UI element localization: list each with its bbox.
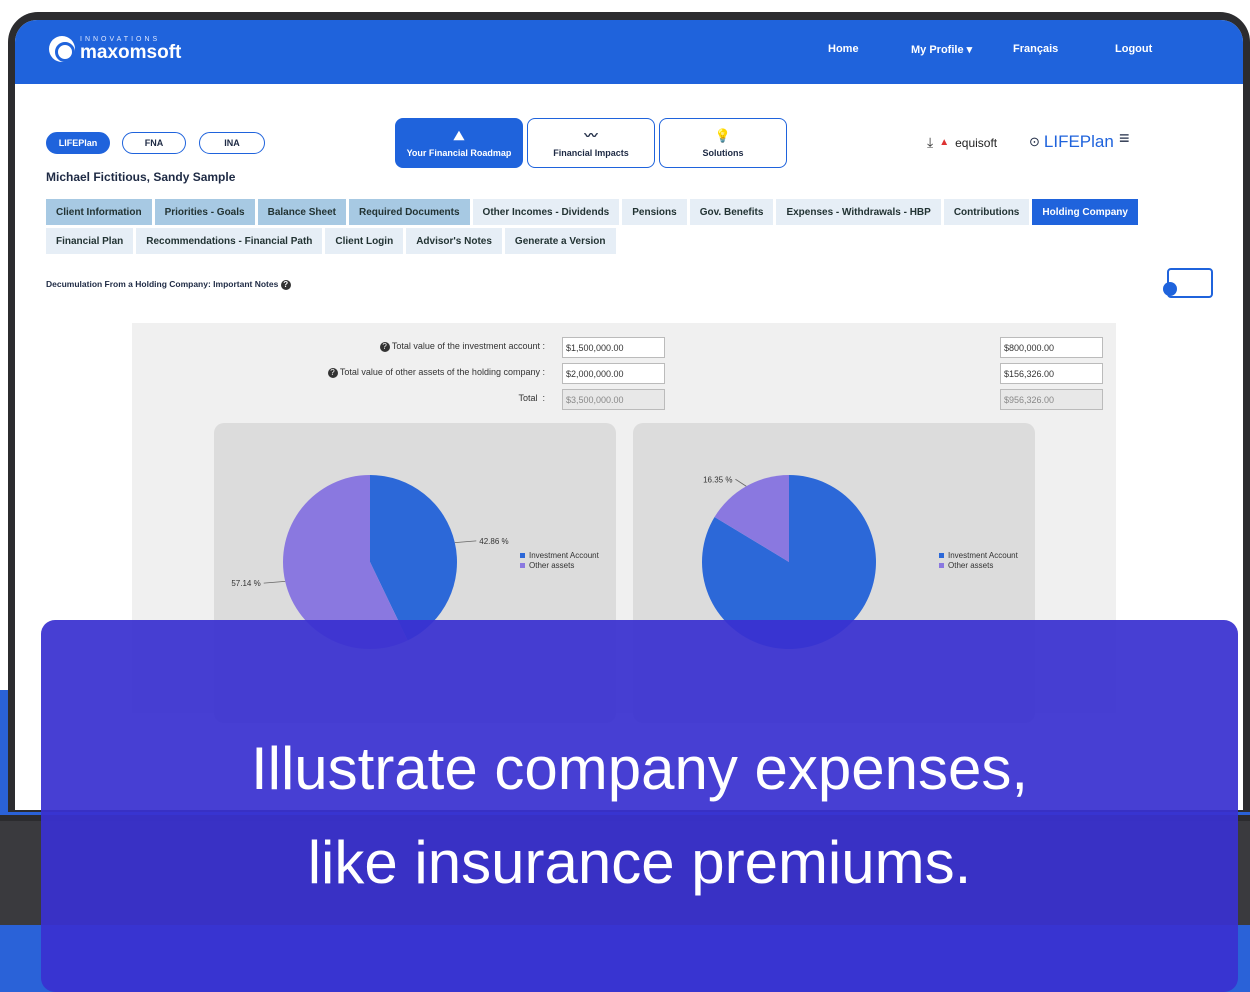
legend-item-other-assets[interactable]: Other assets: [948, 561, 993, 570]
legend-swatch-investment-account: [520, 553, 525, 558]
presentation-icon[interactable]: [1163, 268, 1213, 298]
legend-swatch-other-assets: [939, 563, 944, 568]
roadmap-icon: ⛰: [453, 127, 465, 143]
lightbulb-icon: 💡: [714, 127, 732, 143]
maxomsoft-logo[interactable]: INNOVATIONS maxomsoft: [49, 36, 181, 62]
investment-input-left[interactable]: $1,500,000.00: [562, 337, 665, 358]
tab-gov-benefits[interactable]: Gov. Benefits: [689, 199, 774, 225]
tab-financial-plan[interactable]: Financial Plan: [46, 228, 134, 254]
other-assets-input-left[interactable]: $2,000,000.00: [562, 363, 665, 384]
help-icon[interactable]: ?: [280, 279, 291, 290]
total-input-left: $3,500,000.00: [562, 389, 665, 410]
tab-holding-company[interactable]: Holding Company: [1032, 199, 1138, 225]
equisoft-logo-icon: ▲: [939, 137, 950, 148]
legend-item-investment-account[interactable]: Investment Account: [529, 551, 600, 560]
tab-client-information[interactable]: Client Information: [46, 199, 152, 225]
important-notes-heading[interactable]: Decumulation From a Holding Company: Imp…: [46, 279, 291, 290]
tab-financial-roadmap-label: Your Financial Roadmap: [406, 147, 512, 158]
other-assets-input-right[interactable]: $156,326.00: [1000, 363, 1103, 384]
pie-data-label: 42.86 %: [479, 537, 508, 546]
tab-solutions[interactable]: 💡 Solutions: [659, 118, 787, 168]
important-notes-text: Decumulation From a Holding Company: Imp…: [46, 279, 279, 289]
pie-label-leader: [263, 580, 286, 584]
tab-recommendations-financial-path[interactable]: Recommendations - Financial Path: [136, 228, 323, 254]
lifeplan-brand: ⊙ LIFEPlan: [1029, 132, 1114, 152]
impacts-icon: 〰: [584, 127, 598, 143]
tab-financial-impacts[interactable]: 〰 Financial Impacts: [527, 118, 655, 168]
tab-financial-roadmap[interactable]: ⛰ Your Financial Roadmap: [395, 118, 523, 168]
total-input-right: $956,326.00: [1000, 389, 1103, 410]
legend-swatch-other-assets: [520, 563, 525, 568]
caption-text: Illustrate company expenses, like insura…: [41, 722, 1238, 910]
tab-client-login[interactable]: Client Login: [325, 228, 404, 254]
nav-logout[interactable]: Logout: [1115, 43, 1152, 55]
plan-ina[interactable]: INA: [199, 132, 265, 154]
tab-other-incomes-dividends[interactable]: Other Incomes - Dividends: [472, 199, 620, 225]
top-navbar: INNOVATIONS maxomsoft Home My Profile ▾ …: [15, 20, 1243, 84]
other-assets-label: ? Total value of other assets of the hol…: [285, 367, 545, 378]
nav-francais[interactable]: Français: [1013, 43, 1058, 55]
legend-item-other-assets[interactable]: Other assets: [529, 561, 574, 570]
investment-label: ? Total value of the investment account …: [315, 341, 545, 352]
logo-icon: [49, 36, 75, 62]
caption-line-2: like insurance premiums.: [307, 829, 972, 896]
tab-balance-sheet[interactable]: Balance Sheet: [257, 199, 346, 225]
tab-financial-impacts-label: Financial Impacts: [553, 147, 629, 158]
nav-home[interactable]: Home: [828, 43, 859, 55]
tab-required-documents[interactable]: Required Documents: [348, 199, 470, 225]
tabs-row-1: Client Information Priorities - Goals Bala…: [46, 199, 1138, 225]
tab-contributions[interactable]: Contributions: [943, 199, 1030, 225]
equisoft-logo-text: equisoft: [955, 135, 998, 150]
lifeplan-logo-text: LIFEPlan: [1043, 132, 1114, 151]
client-name: Michael Fictitious, Sandy Sample: [46, 170, 236, 184]
tab-priorities-goals[interactable]: Priorities - Goals: [154, 199, 255, 225]
legend-swatch-investment-account: [939, 553, 944, 558]
pie-data-label: 16.35 %: [703, 475, 732, 484]
logo-wordmark: maxomsoft: [80, 42, 182, 63]
tab-expenses-withdrawals-hbp[interactable]: Expenses - Withdrawals - HBP: [776, 199, 941, 225]
equisoft-connect[interactable]: ⤓ ▲ equisoft: [927, 134, 997, 151]
total-label: Total :: [518, 393, 545, 403]
tabs-row-2: Financial Plan Recommendations - Financia…: [46, 228, 616, 254]
plan-lifeplan[interactable]: LIFEPlan: [46, 132, 110, 154]
hamburger-menu-icon[interactable]: ≡: [1119, 128, 1130, 149]
tab-pensions[interactable]: Pensions: [622, 199, 687, 225]
caption-line-1: Illustrate company expenses,: [250, 735, 1029, 802]
nav-my-profile[interactable]: My Profile ▾: [911, 43, 972, 56]
pie-data-label: 57.14 %: [231, 579, 260, 588]
tab-generate-a-version[interactable]: Generate a Version: [504, 228, 616, 254]
download-icon: ⤓: [927, 134, 934, 150]
pie-label-leader: [454, 540, 477, 544]
tab-solutions-label: Solutions: [702, 147, 744, 158]
plan-fna[interactable]: FNA: [122, 132, 186, 154]
investment-input-right[interactable]: $800,000.00: [1000, 337, 1103, 358]
play-circle-icon: ⊙: [1029, 134, 1040, 149]
legend-item-investment-account[interactable]: Investment Account: [948, 551, 1019, 560]
tab-advisor-s-notes[interactable]: Advisor's Notes: [406, 228, 502, 254]
pie-label-leader: [735, 478, 747, 487]
